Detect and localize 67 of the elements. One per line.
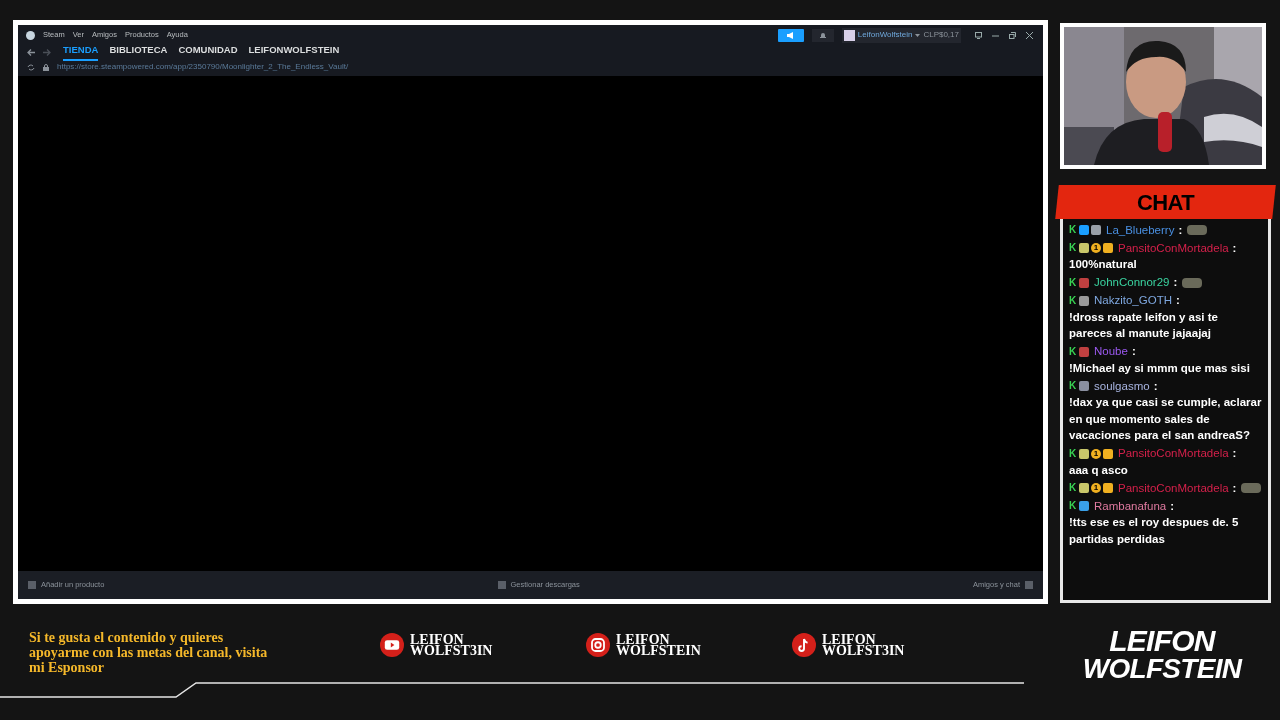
chat-message: !tts ese es el roy despues de. 5 partidas perdidas	[1069, 515, 1240, 547]
avatar-icon	[843, 29, 855, 41]
chat-username[interactable]: La_Blueberry	[1106, 221, 1175, 239]
social-handle: LEIFON WOLFST3IN	[822, 634, 906, 656]
steam-logo-icon	[26, 30, 35, 40]
chat-username[interactable]: soulgasmo	[1094, 377, 1150, 395]
restore-icon[interactable]	[1009, 31, 1016, 39]
nav-tab[interactable]: COMUNIDAD	[178, 43, 238, 61]
notifications-button[interactable]	[811, 28, 834, 42]
chat-message: 100%natural	[1069, 257, 1138, 272]
badge-letter: K	[1069, 381, 1077, 391]
chat-separator: :	[1232, 240, 1237, 256]
badge-letter: K	[1069, 483, 1077, 493]
number-badge: 1	[1091, 483, 1101, 493]
account-name: LeifonWolfstein	[857, 29, 913, 41]
chat-separator: :	[1232, 480, 1237, 496]
chat-title: CHAT	[1136, 188, 1195, 217]
monitor-icon[interactable]	[975, 31, 982, 39]
account-menu[interactable]: LeifonWolfstein CLP$0,17	[841, 27, 961, 43]
bell-icon	[819, 31, 826, 39]
youtube-icon	[380, 633, 404, 657]
nav-tab[interactable]: BIBLIOTECA	[109, 43, 168, 61]
chat-username[interactable]: PansitoConMortadela	[1118, 239, 1229, 257]
chat-separator: :	[1131, 344, 1136, 360]
instagram-icon	[586, 633, 610, 657]
nav-tab[interactable]: LEIFONWOLFSTEIN	[248, 43, 340, 61]
chat-separator: :	[1170, 498, 1175, 514]
badge-letter: K	[1069, 277, 1077, 288]
url-text[interactable]: https://store.steampowered.com/app/2350790/Moonlighter_2_The_Endless_Vault/	[57, 61, 349, 73]
social-handle: LEIFON WOLFSTEIN	[616, 634, 702, 656]
chat-message: !Michael ay si mmm que mas sisi	[1069, 360, 1251, 376]
tiktok-icon	[792, 633, 816, 657]
wallet-balance: CLP$0,17	[923, 29, 959, 41]
close-icon[interactable]	[1026, 31, 1033, 39]
megaphone-icon	[786, 31, 795, 39]
chat-message: !dross rapate leifon y asi te pareces al manute jajaajaj	[1069, 309, 1219, 341]
chat-username[interactable]: PansitoConMortadela	[1118, 445, 1229, 462]
logo-text: WOLFSTEIN	[1082, 655, 1242, 683]
badge-letter: K	[1069, 295, 1077, 306]
nav-tab[interactable]: TIENDA	[63, 43, 99, 61]
badge-letter: K	[1069, 346, 1077, 357]
chat-username[interactable]: Nakzito_GOTH	[1094, 292, 1172, 309]
chat-message: aaa q asco	[1069, 462, 1129, 478]
chat-message: !dax ya que casi se cumple, aclarar en que momento sales de vacaciones para el san andreaS?	[1069, 395, 1262, 443]
logo-text: LEIFON	[1109, 627, 1215, 655]
social-handle: LEIFON WOLFST3IN	[410, 634, 494, 656]
chat-separator: :	[1153, 378, 1158, 394]
caret-icon	[915, 33, 921, 37]
announcements-button[interactable]	[777, 28, 804, 42]
chat-username[interactable]: Noube	[1094, 343, 1128, 360]
reload-icon[interactable]	[27, 63, 35, 71]
badge-letter: K	[1069, 448, 1077, 459]
chat-separator: :	[1173, 275, 1178, 291]
number-badge: 1	[1091, 243, 1101, 253]
badge-letter: K	[1069, 225, 1077, 235]
chat-username[interactable]: JohnConnor29	[1094, 274, 1170, 291]
lock-icon	[43, 63, 49, 71]
chat-username[interactable]: Rambanafuna	[1094, 497, 1167, 515]
badge-letter: K	[1069, 243, 1077, 253]
number-badge: 1	[1091, 448, 1101, 459]
chat-separator: :	[1178, 222, 1183, 238]
chat-username[interactable]: PansitoConMortadela	[1118, 479, 1229, 497]
chat-separator: :	[1175, 293, 1180, 309]
badge-letter: K	[1069, 501, 1077, 511]
sponsor-text: Si te gusta el contenido y quieres apoyarme con las metas del canal, visita mi Esponsor	[29, 630, 269, 675]
chat-separator: :	[1232, 446, 1237, 462]
back-icon[interactable]	[27, 48, 35, 56]
